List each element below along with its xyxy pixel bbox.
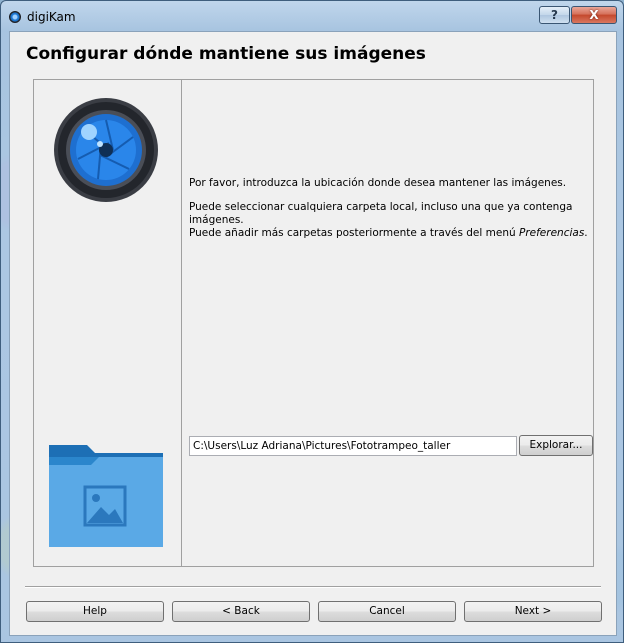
detail-line-2: Puede añadir más carpetas posteriormente… [189,227,593,240]
window-title: digiKam [27,10,76,24]
intro-text: Por favor, introduzca la ubicación donde… [189,177,567,189]
detail-line-1: Puede seleccionar cualquiera carpeta loc… [189,201,573,226]
close-button[interactable]: X [571,6,617,24]
title-bar[interactable]: digiKam ? X [1,1,623,31]
help-button[interactable]: Help [26,601,164,622]
camera-lens-icon [54,98,158,202]
browse-button[interactable]: Explorar... [519,435,593,456]
help-title-button[interactable]: ? [539,6,570,24]
content-panel: Por favor, introduzca la ubicación donde… [33,79,594,567]
cancel-button[interactable]: Cancel [318,601,456,622]
side-image-panel [34,80,182,566]
detail-line-2-suffix: . [584,227,588,239]
setup-wizard-window: digiKam ? X Configurar dónde mantiene su… [0,0,624,643]
collection-path-input[interactable]: C:\Users\Luz Adriana\Pictures\Fototrampe… [189,436,517,456]
preferences-menu-name: Preferencias [519,227,585,239]
next-button[interactable]: Next > [464,601,602,622]
detail-line-2-prefix: Puede añadir más carpetas posteriormente… [189,227,519,239]
page-title: Configurar dónde mantiene sus imágenes [26,44,426,64]
digikam-app-icon [9,11,21,23]
pictures-folder-icon [49,445,163,547]
detail-text: Puede seleccionar cualquiera carpeta loc… [189,201,593,240]
button-separator [25,586,601,588]
back-button[interactable]: < Back [172,601,310,622]
